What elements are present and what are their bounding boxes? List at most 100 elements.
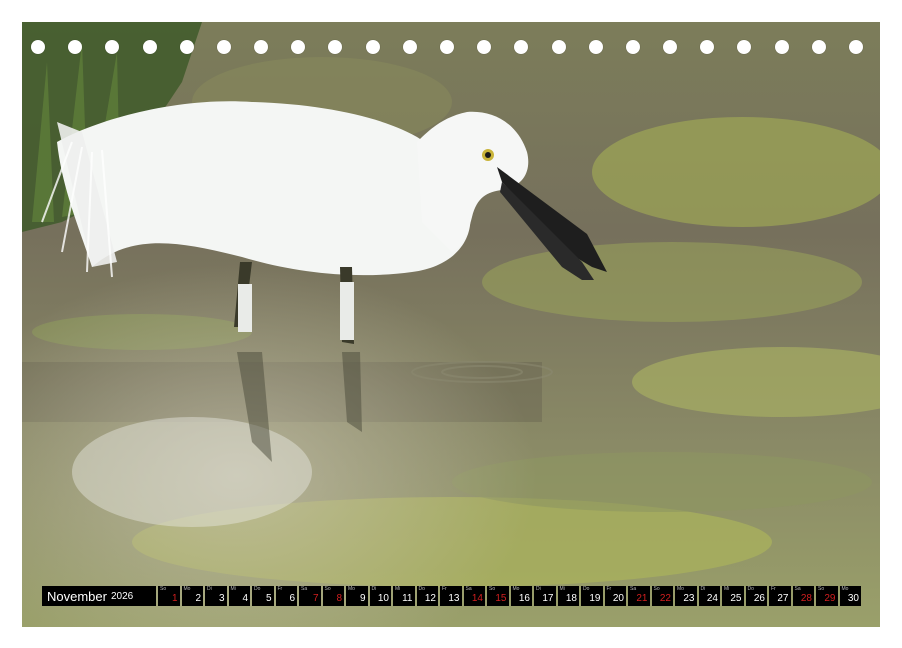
day-cell: So 15 [487, 586, 509, 606]
day-cell: Do 26 [745, 586, 767, 606]
weekday-abbr: Di [371, 586, 377, 592]
egret-fishing-illustration [22, 22, 880, 627]
weekday-abbr: So [818, 586, 825, 592]
day-number: 30 [847, 593, 859, 604]
day-number: 16 [518, 593, 530, 604]
day-number: 29 [824, 593, 836, 604]
binding-hole [440, 40, 454, 54]
binding-hole [142, 40, 157, 54]
day-number: 9 [359, 593, 366, 604]
day-number: 21 [636, 593, 648, 604]
weekday-abbr: Fr [606, 586, 612, 592]
spiral-binding-holes [22, 40, 880, 56]
weekday-abbr: Mi [395, 586, 401, 592]
day-cell: So 29 [816, 586, 838, 606]
day-number: 26 [753, 593, 765, 604]
day-cell: Mi 18 [557, 586, 579, 606]
day-number: 18 [565, 593, 577, 604]
day-number: 20 [612, 593, 624, 604]
day-number: 12 [424, 593, 436, 604]
binding-hole [179, 40, 194, 54]
day-number: 8 [336, 593, 342, 604]
day-cell: So 8 [322, 586, 344, 606]
weekday-abbr: Mo [841, 586, 849, 592]
weekday-abbr: Di [207, 586, 212, 592]
calendar-bar: November 2026 So 1 Mo 2 Di 3 Mi 4 Do 5 Fr 6 Sa 7 So 8 Mo… [42, 586, 863, 606]
day-number: 28 [800, 593, 812, 604]
weekday-abbr: So [160, 586, 167, 592]
day-cell: Di 3 [205, 586, 227, 606]
day-cell: Fr 13 [440, 586, 462, 606]
weekday-abbr: Di [700, 586, 706, 592]
day-cell: Sa 14 [463, 586, 485, 606]
day-number: 25 [730, 593, 742, 604]
day-number: 6 [289, 593, 295, 604]
day-number: 22 [659, 593, 671, 604]
weekday-abbr: Fr [771, 586, 776, 592]
day-cell: Mi 4 [228, 586, 250, 606]
month-name: November [47, 588, 107, 604]
day-number: 5 [265, 593, 272, 604]
weekday-abbr: So [489, 586, 496, 592]
binding-hole [588, 40, 603, 54]
day-number: 3 [218, 593, 225, 604]
weekday-abbr: Mo [512, 586, 520, 592]
weekday-abbr: Mo [677, 586, 684, 592]
day-cell: Do 19 [581, 586, 603, 606]
day-cell: Sa 28 [792, 586, 814, 606]
binding-hole [774, 40, 789, 54]
day-number: 4 [242, 593, 248, 604]
day-number: 15 [495, 593, 507, 604]
weekday-abbr: Do [418, 586, 425, 592]
binding-hole [291, 40, 306, 54]
day-cell: Mo 23 [675, 586, 697, 606]
egret-photo [22, 22, 880, 627]
binding-hole [737, 40, 752, 54]
day-cell: Do 5 [252, 586, 274, 606]
day-cell: Mo 2 [181, 586, 203, 606]
binding-hole [68, 40, 83, 54]
binding-hole [365, 40, 380, 54]
day-number: 14 [471, 593, 483, 604]
binding-hole [105, 40, 120, 54]
binding-hole [625, 40, 640, 54]
year: 2026 [110, 590, 134, 602]
day-cell: Sa 7 [299, 586, 321, 606]
weekday-abbr: So [324, 586, 331, 592]
day-cell: Mi 11 [393, 586, 415, 606]
day-cell: So 22 [651, 586, 673, 606]
day-number: 11 [402, 593, 413, 604]
weekday-abbr: Mo [348, 586, 355, 592]
day-cell: Fr 20 [604, 586, 626, 606]
day-number: 17 [542, 593, 554, 604]
day-number: 24 [706, 593, 718, 604]
binding-hole [328, 40, 343, 54]
weekday-abbr: Do [583, 586, 590, 592]
day-number: 23 [683, 593, 695, 604]
day-number: 7 [312, 593, 319, 604]
weekday-abbr: Mi [724, 586, 730, 592]
day-cell: Fr 6 [275, 586, 297, 606]
binding-hole [663, 40, 678, 54]
binding-hole [254, 40, 269, 54]
weekday-abbr: Do [254, 586, 261, 592]
day-cell: Mo 30 [839, 586, 861, 606]
day-cell: Fr 27 [769, 586, 791, 606]
day-number: 10 [377, 593, 389, 604]
day-cell: Mi 25 [722, 586, 744, 606]
day-cell: Sa 21 [628, 586, 650, 606]
day-cell: Do 12 [416, 586, 438, 606]
binding-hole [216, 40, 231, 54]
binding-hole [551, 40, 566, 54]
weekday-abbr: Fr [442, 586, 447, 592]
day-number: 27 [777, 593, 789, 604]
weekday-abbr: Sa [301, 586, 308, 592]
day-cell: Mo 16 [510, 586, 532, 606]
weekday-abbr: Mi [559, 586, 565, 592]
weekday-abbr: Di [536, 586, 541, 592]
binding-hole [811, 40, 826, 54]
day-number: 19 [589, 593, 601, 604]
day-cell: Mo 9 [346, 586, 368, 606]
month-label: November 2026 [42, 586, 156, 606]
weekday-abbr: Sa [630, 586, 637, 592]
